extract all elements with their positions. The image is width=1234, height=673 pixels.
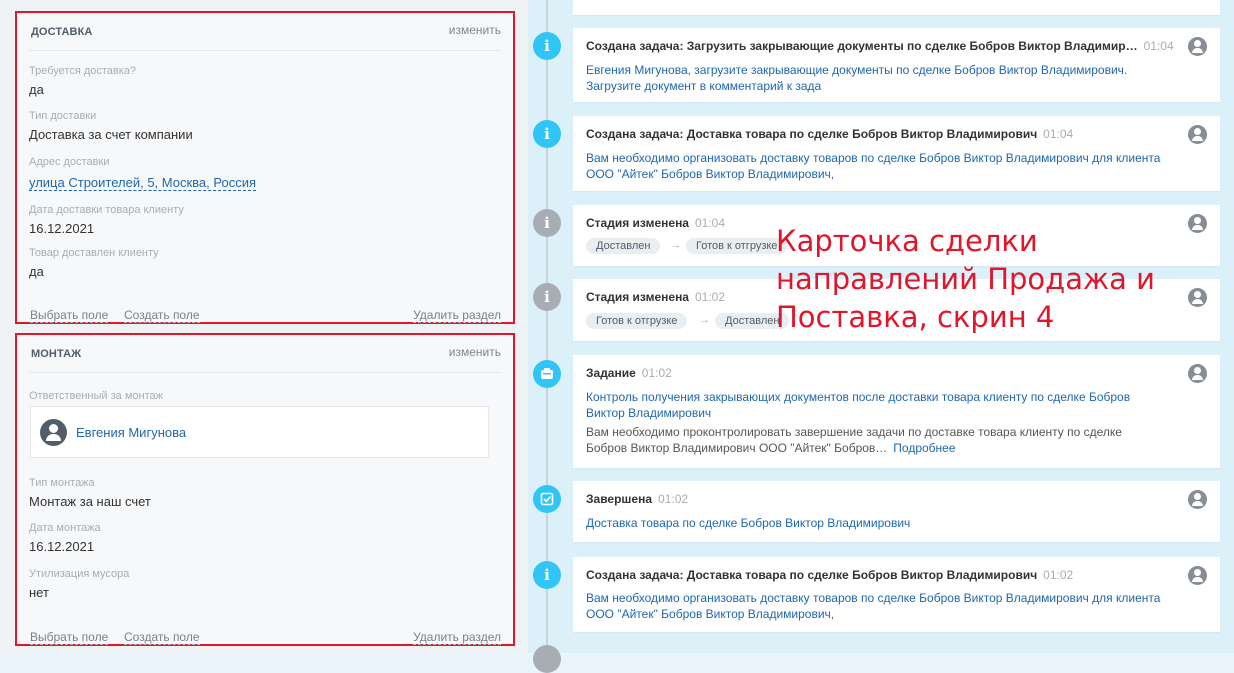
- field-label: Требуется доставка?: [29, 65, 137, 77]
- responsible-user-card[interactable]: Евгения Мигунова: [30, 406, 489, 458]
- delivery-section: ДОСТАВКА изменить Требуется доставка? да…: [15, 11, 515, 324]
- arrow-right-icon: →: [670, 239, 681, 251]
- select-field-link[interactable]: Выбрать поле: [30, 630, 109, 645]
- event-title: Стадия изменена: [586, 290, 689, 304]
- select-field-link[interactable]: Выбрать поле: [30, 308, 109, 323]
- event-title: Создана задача: Доставка товара по сделк…: [586, 568, 1038, 582]
- section-divider: [29, 50, 501, 51]
- field-value: Монтаж за наш счет: [29, 494, 151, 509]
- event-text-link[interactable]: Вам необходимо организовать доставку тов…: [586, 590, 1180, 622]
- field-label: Дата доставки товара клиенту: [29, 204, 184, 216]
- timeline-line: [546, 0, 548, 653]
- screenshot-caption: Карточка сделки направлений Продажа и По…: [776, 224, 1155, 334]
- address-link[interactable]: улица Строителей, 5, Москва, Россия: [29, 175, 257, 191]
- info-icon: i: [533, 120, 561, 148]
- field-value: 16.12.2021: [29, 539, 95, 554]
- event-time: 01:04: [1043, 127, 1074, 141]
- event-title: Создана задача: Доставка товара по сделк…: [586, 127, 1038, 141]
- event-text-link[interactable]: Евгения Мигунова, загрузите закрывающие …: [586, 62, 1180, 94]
- event-text-link[interactable]: Вам необходимо организовать доставку тов…: [586, 150, 1180, 182]
- event-text-link[interactable]: Доставка товара по сделке Бобров Виктор …: [586, 515, 1180, 531]
- delete-section-link[interactable]: Удалить раздел: [413, 630, 501, 645]
- field-value: нет: [29, 585, 49, 600]
- timeline-card-partial: [573, 0, 1220, 15]
- field-label: Ответственный за монтаж: [29, 390, 163, 402]
- info-icon: i: [533, 283, 561, 311]
- field-label: Дата монтажа: [29, 522, 101, 534]
- event-title: Завершена: [586, 492, 653, 506]
- field-label: Товар доставлен клиенту: [29, 247, 159, 259]
- event-time: 01:02: [641, 366, 672, 380]
- event-time: 01:04: [1143, 39, 1174, 53]
- montage-section: МОНТАЖ изменить Ответственный за монтаж …: [15, 333, 515, 646]
- task-title-link[interactable]: Контроль получения закрывающих документо…: [586, 389, 1140, 421]
- field-label: Утилизация мусора: [29, 568, 130, 580]
- timeline-card: Создана задача: Доставка товара по сделк…: [573, 116, 1220, 191]
- info-icon: i: [533, 561, 561, 589]
- field-value: да: [29, 264, 44, 279]
- create-field-link[interactable]: Создать поле: [124, 630, 200, 645]
- edit-section-link[interactable]: изменить: [449, 23, 501, 37]
- avatar: [40, 419, 67, 446]
- event-time: 01:02: [658, 492, 689, 506]
- arrow-right-icon: →: [699, 314, 710, 326]
- info-icon: [533, 645, 561, 673]
- section-title: МОНТАЖ: [31, 348, 82, 360]
- info-icon: i: [533, 209, 561, 237]
- event-time: 01:02: [1043, 568, 1074, 582]
- user-icon[interactable]: [1188, 364, 1207, 383]
- task-icon: [533, 360, 561, 388]
- field-value: Доставка за счет компании: [29, 127, 193, 142]
- responsible-user-name[interactable]: Евгения Мигунова: [76, 425, 186, 440]
- user-icon[interactable]: [1188, 125, 1207, 144]
- timeline-card: Завершена 01:02 Доставка товара по сделке…: [573, 481, 1220, 542]
- more-link[interactable]: Подробнее: [893, 441, 955, 455]
- event-time: 01:02: [694, 290, 726, 304]
- create-field-link[interactable]: Создать поле: [124, 308, 200, 323]
- task-description: Вам необходимо проконтролировать заверше…: [586, 425, 1122, 455]
- timeline-card: Создана задача: Загрузить закрывающие до…: [573, 28, 1220, 102]
- section-title: ДОСТАВКА: [31, 26, 93, 38]
- field-label: Адрес доставки: [29, 156, 110, 168]
- stage-from-badge: Доставлен: [586, 238, 661, 254]
- event-time: 01:04: [694, 216, 726, 230]
- field-label: Тип монтажа: [29, 477, 95, 489]
- info-icon: i: [533, 32, 561, 60]
- user-icon[interactable]: [1188, 566, 1207, 585]
- edit-section-link[interactable]: изменить: [449, 345, 501, 359]
- field-value: 16.12.2021: [29, 221, 95, 236]
- section-divider: [29, 372, 501, 373]
- event-title: Задание: [586, 366, 636, 380]
- user-icon[interactable]: [1188, 37, 1207, 56]
- timeline-card: Создана задача: Доставка товара по сделк…: [573, 557, 1220, 632]
- field-value: да: [29, 82, 44, 97]
- timeline-card: Задание 01:02 Контроль получения закрываю…: [573, 355, 1220, 468]
- stage-to-badge: Готов к отгрузке: [686, 238, 788, 254]
- event-title: Стадия изменена: [586, 216, 689, 230]
- field-label: Тип доставки: [29, 110, 97, 122]
- user-icon[interactable]: [1188, 490, 1207, 509]
- delete-section-link[interactable]: Удалить раздел: [413, 308, 501, 323]
- event-title: Создана задача: Загрузить закрывающие до…: [586, 39, 1138, 53]
- stage-from-badge: Готов к отгрузке: [586, 313, 688, 329]
- check-icon: [533, 485, 561, 513]
